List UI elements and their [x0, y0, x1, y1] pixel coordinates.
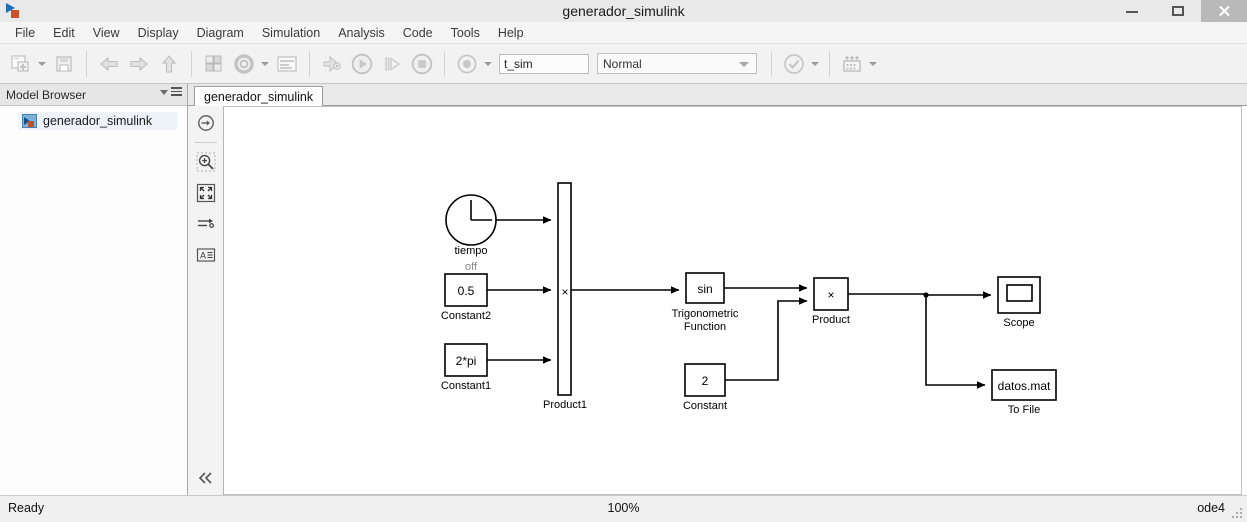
zoom-in-icon[interactable]: [188, 148, 224, 176]
menu-tools[interactable]: Tools: [442, 23, 489, 43]
up-arrow-icon[interactable]: [155, 50, 183, 78]
model-browser-tree: generador_simulink: [0, 106, 187, 495]
gear-dropdown[interactable]: [259, 51, 270, 77]
check-dropdown[interactable]: [809, 51, 820, 77]
model-browser-panel: Model Browser generador_simulink: [0, 84, 188, 495]
simulink-model-icon: [22, 114, 37, 128]
block-constant1[interactable]: 2*pi: [444, 343, 488, 377]
block-value-constant: 2: [702, 374, 709, 388]
record-dropdown[interactable]: [482, 51, 493, 77]
block-constant2[interactable]: 0.5: [444, 273, 488, 307]
menu-display[interactable]: Display: [129, 23, 188, 43]
build-dropdown[interactable]: [867, 51, 878, 77]
gear-icon[interactable]: [230, 50, 258, 78]
block-constant[interactable]: 2: [684, 363, 726, 397]
block-label-to-file: To File: [1008, 404, 1040, 416]
menu-diagram[interactable]: Diagram: [188, 23, 253, 43]
block-trigonometric-function[interactable]: sin: [685, 272, 725, 304]
status-solver: ode4: [1197, 501, 1225, 515]
block-label-constant1: Constant1: [441, 380, 491, 392]
signal-product-to-to-file: [925, 295, 986, 389]
signal-routing-icon[interactable]: [188, 210, 224, 238]
tree-item-generador-simulink[interactable]: generador_simulink: [18, 112, 177, 130]
block-label-clock: tiempo: [454, 245, 487, 257]
block-label-trig-line2: Function: [684, 321, 726, 333]
step-forward-icon[interactable]: [378, 50, 406, 78]
simulation-mode-select[interactable]: Normal: [597, 53, 757, 74]
block-label-constant2: Constant2: [441, 310, 491, 322]
tab-generador-simulink[interactable]: generador_simulink: [194, 86, 324, 107]
window-title: generador_simulink: [562, 3, 685, 19]
block-label-trig-line1: Trigonometric: [672, 308, 739, 320]
block-label-product: Product: [812, 314, 850, 326]
tree-item-label: generador_simulink: [43, 114, 153, 128]
menu-view[interactable]: View: [84, 23, 129, 43]
forward-arrow-icon[interactable]: [125, 50, 153, 78]
record-icon[interactable]: [453, 50, 481, 78]
block-product1[interactable]: ×: [557, 182, 572, 396]
block-label-constant: Constant: [683, 400, 727, 412]
back-arrow-icon[interactable]: [95, 50, 123, 78]
model-browser-title: Model Browser: [6, 87, 87, 102]
block-to-file[interactable]: datos.mat: [991, 369, 1057, 401]
minimize-button[interactable]: [1109, 0, 1155, 22]
stop-icon[interactable]: [408, 50, 436, 78]
block-value-to-file: datos.mat: [998, 379, 1051, 393]
menu-bar: File Edit View Display Diagram Simulatio…: [0, 22, 1247, 44]
canvas-tab-strip: generador_simulink: [188, 84, 1247, 107]
chevron-down-icon: [739, 62, 749, 67]
new-model-icon[interactable]: [7, 50, 35, 78]
browser-menu-icon[interactable]: [160, 87, 182, 98]
signal-branch-point: [923, 292, 929, 298]
update-diagram-icon[interactable]: [318, 50, 346, 78]
block-value-constant2: 0.5: [458, 284, 475, 298]
status-bar: Ready 100% ode4: [0, 495, 1247, 522]
collapse-chevron-icon[interactable]: [188, 467, 224, 489]
navigate-icon[interactable]: [188, 109, 224, 137]
simulation-mode-value: Normal: [603, 57, 642, 71]
menu-simulation[interactable]: Simulation: [253, 23, 329, 43]
block-label-product1: Product1: [543, 399, 587, 411]
save-icon[interactable]: [50, 50, 78, 78]
library-browser-icon[interactable]: [200, 50, 228, 78]
new-model-dropdown[interactable]: [36, 51, 47, 77]
annotation-icon[interactable]: A: [188, 241, 224, 269]
block-label-scope: Scope: [1003, 317, 1034, 329]
close-button[interactable]: [1201, 0, 1247, 22]
run-icon[interactable]: [348, 50, 376, 78]
build-icon[interactable]: [838, 50, 866, 78]
block-value-product: ×: [827, 288, 834, 302]
toolbar: Normal: [0, 44, 1247, 84]
stop-time-input[interactable]: [499, 53, 589, 74]
menu-edit[interactable]: Edit: [44, 23, 84, 43]
svg-text:A: A: [200, 251, 206, 261]
block-diagram: tiempo off 0.5 Constant2 2*pi Constant1 …: [441, 182, 1057, 416]
model-explorer-icon[interactable]: [273, 50, 301, 78]
block-product[interactable]: ×: [813, 277, 849, 311]
menu-help[interactable]: Help: [489, 23, 533, 43]
menu-file[interactable]: File: [6, 23, 44, 43]
status-zoom: 100%: [607, 501, 640, 515]
maximize-button[interactable]: [1155, 0, 1201, 22]
canvas-palette: A: [188, 106, 224, 495]
model-canvas[interactable]: tiempo off 0.5 Constant2 2*pi Constant1 …: [224, 106, 1242, 495]
signal-product-to-scope: [848, 291, 992, 299]
title-bar: generador_simulink: [0, 0, 1247, 22]
check-circle-icon[interactable]: [780, 50, 808, 78]
resize-grip-icon[interactable]: [1232, 508, 1244, 520]
model-browser-header: Model Browser: [0, 84, 187, 106]
block-clock[interactable]: [445, 194, 497, 246]
block-value-constant1: 2*pi: [456, 354, 477, 368]
menu-code[interactable]: Code: [394, 23, 442, 43]
block-sublabel-clock: off: [465, 261, 478, 273]
block-value-product1: ×: [561, 285, 568, 299]
menu-analysis[interactable]: Analysis: [329, 23, 394, 43]
fit-to-view-icon[interactable]: [188, 179, 224, 207]
block-scope[interactable]: [997, 276, 1041, 314]
block-value-trig: sin: [697, 282, 712, 296]
window-controls: [1109, 0, 1247, 22]
